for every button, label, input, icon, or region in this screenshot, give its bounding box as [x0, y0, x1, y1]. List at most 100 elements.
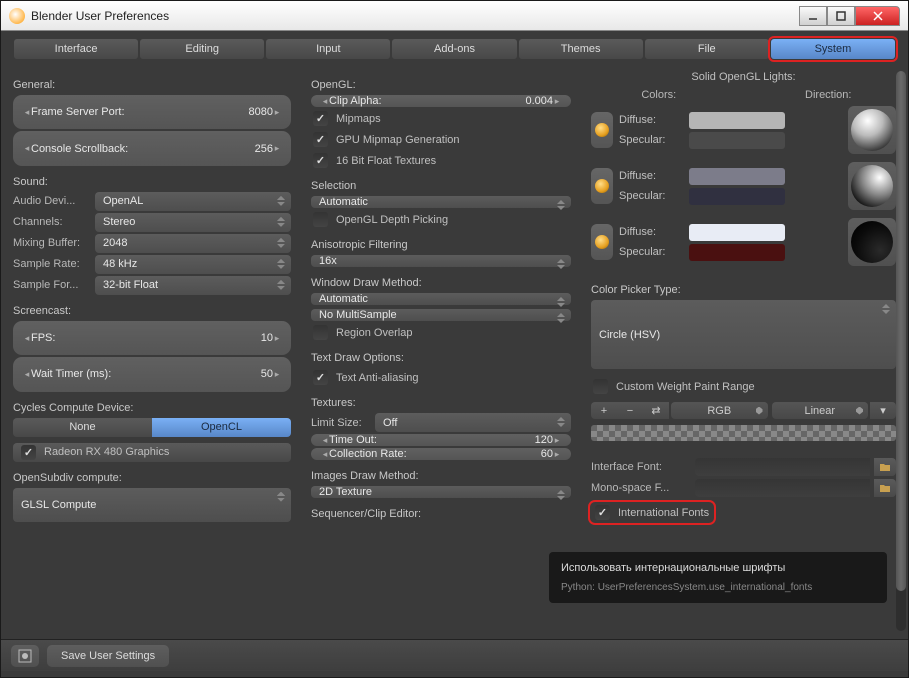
cycles-none[interactable]: None — [13, 418, 152, 437]
color-mode[interactable]: RGB — [671, 402, 768, 419]
wait-timer[interactable]: ◂Wait Timer (ms):50▸ — [13, 357, 291, 391]
textures-label: Textures: — [311, 397, 571, 409]
light-3-direction[interactable] — [848, 218, 896, 266]
options-button[interactable]: ▾ — [870, 402, 896, 419]
opengl-label: OpenGL: — [311, 79, 571, 91]
tab-editing[interactable]: Editing — [140, 39, 264, 59]
sound-label: Sound: — [13, 176, 291, 188]
save-settings-button[interactable]: Save User Settings — [47, 645, 169, 667]
multisample[interactable]: No MultiSample — [311, 309, 571, 321]
tab-addons[interactable]: Add-ons — [392, 39, 516, 59]
folder-icon[interactable] — [874, 479, 896, 497]
light-3-specular[interactable] — [689, 244, 785, 261]
sample-format[interactable]: 32-bit Float — [95, 276, 291, 295]
frame-server-port[interactable]: ◂Frame Server Port:8080▸ — [13, 95, 291, 129]
time-out[interactable]: ◂Time Out:120▸ — [311, 434, 571, 446]
light-1-diffuse[interactable] — [689, 112, 785, 129]
cycles-label: Cycles Compute Device: — [13, 402, 291, 414]
scrollbar[interactable] — [896, 71, 906, 631]
color-picker-type[interactable]: Circle (HSV) — [591, 300, 896, 369]
lamp-icon — [595, 235, 609, 249]
light-1-direction[interactable] — [848, 106, 896, 154]
color-picker-label: Color Picker Type: — [591, 284, 896, 296]
check-icon — [313, 212, 328, 227]
window-draw-method[interactable]: Automatic — [311, 293, 571, 305]
check-icon — [313, 370, 328, 385]
tab-file[interactable]: File — [645, 39, 769, 59]
texture-icon[interactable] — [11, 645, 39, 667]
solid-lights-label: Solid OpenGL Lights: — [591, 71, 896, 83]
flip-button[interactable]: ⇄ — [643, 402, 669, 419]
window-draw-label: Window Draw Method: — [311, 277, 571, 289]
collection-rate[interactable]: ◂Collection Rate:60▸ — [311, 448, 571, 460]
float-tex-check[interactable]: 16 Bit Float Textures — [311, 151, 571, 170]
audio-device[interactable]: OpenAL — [95, 192, 291, 211]
limit-size[interactable]: Off — [375, 413, 571, 432]
footer: Save User Settings — [1, 639, 908, 671]
check-icon — [595, 505, 610, 520]
aniso-filter[interactable]: 16x — [311, 255, 571, 267]
selection-label: Selection — [311, 180, 571, 192]
region-overlap-check[interactable]: Region Overlap — [311, 323, 571, 342]
add-stop-button[interactable]: + — [591, 402, 617, 419]
images-draw-method[interactable]: 2D Texture — [311, 486, 571, 498]
lamp-icon — [595, 123, 609, 137]
opensubdiv-label: OpenSubdiv compute: — [13, 472, 291, 484]
selection-mode[interactable]: Automatic — [311, 196, 571, 208]
check-icon — [21, 445, 36, 460]
check-icon — [313, 325, 328, 340]
custom-weight-check[interactable]: Custom Weight Paint Range — [591, 377, 896, 396]
interface-font-field[interactable] — [695, 458, 870, 476]
mixing-buffer[interactable]: 2048 — [95, 234, 291, 253]
cycles-opencl[interactable]: OpenCL — [152, 418, 291, 437]
check-icon — [313, 153, 328, 168]
text-draw-label: Text Draw Options: — [311, 352, 571, 364]
close-button[interactable] — [855, 6, 900, 26]
depth-picking-check[interactable]: OpenGL Depth Picking — [311, 210, 571, 229]
tab-system[interactable]: System — [771, 39, 895, 59]
light-1-specular[interactable] — [689, 132, 785, 149]
gpu-mipmap-check[interactable]: GPU Mipmap Generation — [311, 130, 571, 149]
aniso-label: Anisotropic Filtering — [311, 239, 571, 251]
color-ramp[interactable] — [591, 425, 896, 441]
opensubdiv-compute[interactable]: GLSL Compute — [13, 488, 291, 522]
tabs: Interface Editing Input Add-ons Themes F… — [13, 39, 896, 59]
mono-font-field[interactable] — [695, 479, 870, 497]
remove-stop-button[interactable]: − — [617, 402, 643, 419]
light-3-diffuse[interactable] — [689, 224, 785, 241]
console-scrollback[interactable]: ◂Console Scrollback:256▸ — [13, 131, 291, 165]
tab-themes[interactable]: Themes — [519, 39, 643, 59]
light-2-diffuse[interactable] — [689, 168, 785, 185]
tab-interface[interactable]: Interface — [14, 39, 138, 59]
screencast-label: Screencast: — [13, 305, 291, 317]
images-draw-label: Images Draw Method: — [311, 470, 571, 482]
check-icon — [313, 111, 328, 126]
check-icon — [313, 132, 328, 147]
international-fonts-check[interactable]: International Fonts — [591, 503, 713, 522]
sample-rate[interactable]: 48 kHz — [95, 255, 291, 274]
mipmaps-check[interactable]: Mipmaps — [311, 109, 571, 128]
clip-alpha[interactable]: ◂Clip Alpha:0.004▸ — [311, 95, 571, 107]
folder-icon[interactable] — [874, 458, 896, 476]
cycles-device-toggle[interactable]: None OpenCL — [13, 418, 291, 437]
text-aa-check[interactable]: Text Anti-aliasing — [311, 368, 571, 387]
light-2-direction[interactable] — [848, 162, 896, 210]
general-label: General: — [13, 79, 291, 91]
blender-icon — [9, 8, 25, 24]
light-1-toggle[interactable] — [591, 112, 613, 148]
lamp-icon — [595, 179, 609, 193]
fps[interactable]: ◂FPS:10▸ — [13, 321, 291, 355]
cycles-card[interactable]: Radeon RX 480 Graphics — [13, 443, 291, 462]
sequencer-label: Sequencer/Clip Editor: — [311, 508, 571, 520]
tooltip: Использовать интернациональные шрифты Py… — [549, 552, 887, 603]
titlebar: Blender User Preferences — [1, 1, 908, 31]
maximize-button[interactable] — [827, 6, 855, 26]
light-3-toggle[interactable] — [591, 224, 613, 260]
tab-input[interactable]: Input — [266, 39, 390, 59]
interpolation[interactable]: Linear — [772, 402, 869, 419]
light-2-specular[interactable] — [689, 188, 785, 205]
check-icon — [593, 379, 608, 394]
light-2-toggle[interactable] — [591, 168, 613, 204]
minimize-button[interactable] — [799, 6, 827, 26]
channels[interactable]: Stereo — [95, 213, 291, 232]
